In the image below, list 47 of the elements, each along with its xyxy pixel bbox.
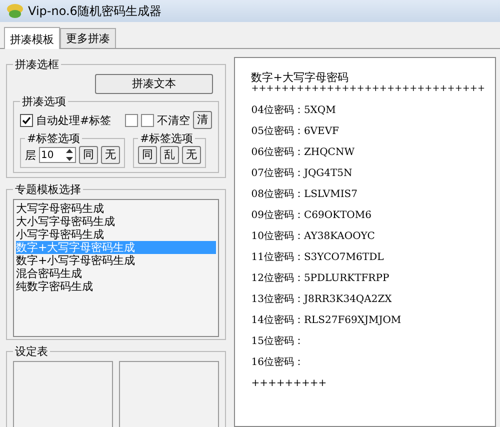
group-title: #标签选项 [26, 131, 82, 146]
output-footer: +++++++++ [251, 373, 485, 394]
list-item[interactable]: 大写字母密码生成 [16, 202, 216, 215]
group-title: 专题模板选择 [14, 182, 82, 197]
compose-text-button[interactable]: 拼凑文本 [95, 74, 214, 94]
list-item[interactable]: 混合密码生成 [16, 267, 216, 280]
window-title: Vip-no.6随机密码生成器 [28, 2, 162, 20]
clear-button[interactable]: 清 [193, 111, 212, 129]
app-icon [6, 3, 24, 19]
group-title: 拼凑选项 [21, 94, 67, 109]
password-line: 13位密码：J8RR3K34QA2ZX [251, 292, 393, 307]
checkbox[interactable] [20, 114, 33, 126]
tab[interactable]: 更多拼凑 [60, 28, 116, 48]
list-item[interactable]: 数字+小写字母密码生成 [16, 254, 216, 267]
password-line: 16位密码： [251, 356, 305, 370]
password-line: 06位密码：ZHQCNW [251, 146, 356, 160]
list-item[interactable]: 纯数字密码生成 [16, 280, 216, 293]
password-line: 14位密码：RLS27F69XJMJOM [251, 314, 402, 328]
checkbox-label: 自动处理#标签 [36, 112, 112, 128]
layer-label: 层 [25, 148, 36, 162]
group-title: #标签选项 [139, 131, 194, 146]
tag-option-button[interactable]: 同 [79, 146, 98, 164]
password-line: 09位密码：C69OKTOM6 [251, 208, 372, 223]
tag-option-button[interactable]: 无 [182, 146, 201, 164]
password-line: 04位密码：5XQM [251, 104, 337, 118]
password-line: 10位密码：AY38KAOOYC [251, 230, 376, 244]
output-rule: +++++++++++++++++++++++++++++++ [251, 85, 485, 94]
checkbox[interactable] [141, 114, 154, 126]
password-line: 15位密码： [251, 334, 305, 349]
tag-option-button[interactable]: 无 [101, 146, 120, 164]
group-title: 设定表 [14, 344, 49, 359]
layer-spinner[interactable]: 10 [39, 147, 76, 163]
tag-option-button[interactable]: 同 [138, 146, 157, 164]
list-item[interactable]: 小写字母密码生成 [16, 228, 216, 241]
password-line: 07位密码：JQG4T5N [251, 166, 354, 181]
tag-option-button[interactable]: 乱 [160, 146, 179, 164]
checkbox[interactable] [125, 114, 138, 126]
password-line: 05位密码：6VEVF [251, 124, 340, 139]
spinner-arrows-icon [65, 148, 74, 162]
output-heading: 数字+大写字母密码 [251, 70, 350, 85]
password-line: 11位密码：S3YCO7M6TDL [251, 250, 385, 265]
list-item[interactable]: 大小写字母密码生成 [16, 215, 216, 228]
group-title: 拼凑选框 [14, 57, 60, 72]
tab[interactable]: 拼凑模板 [4, 27, 60, 49]
checkbox-label: 不清空 [157, 112, 190, 128]
password-line: 12位密码：5PDLURKTFRPP [251, 272, 390, 286]
password-line: 08位密码：LSLVMIS7 [251, 188, 359, 202]
